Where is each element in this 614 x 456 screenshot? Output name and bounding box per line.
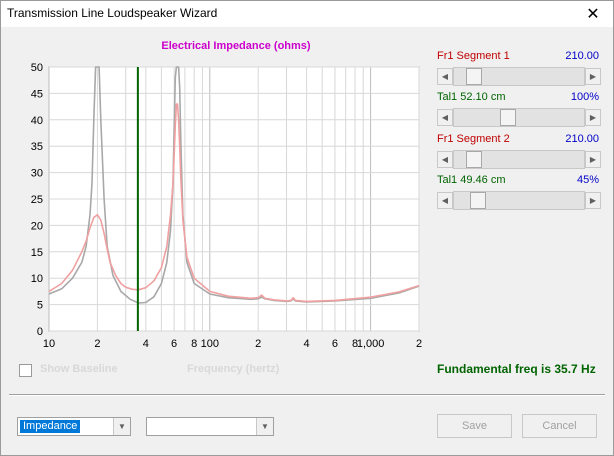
- segment1-slider-left-arrow[interactable]: ◀: [437, 68, 453, 85]
- chevron-down-icon[interactable]: ▼: [113, 418, 130, 435]
- tal1a-value: 100%: [570, 91, 599, 103]
- x-tick-label: 4: [143, 338, 149, 350]
- x-tick-label: 4: [304, 338, 310, 350]
- x-tick-label: 10: [43, 338, 55, 350]
- view-select-value: Impedance: [20, 420, 81, 433]
- wizard-window: Transmission Line Loudspeaker Wizard ✕ E…: [0, 0, 614, 456]
- y-tick-label: 10: [31, 273, 43, 285]
- segment2-slider-thumb[interactable]: [466, 151, 482, 168]
- impedance-chart: 05101520253035404550 10 2 4 6 8 100 2 4 6 81,000 2: [31, 62, 422, 350]
- tal1b-label: Tal1 49.46 cm: [437, 174, 506, 186]
- tal1b-slider-right-arrow[interactable]: ▶: [585, 192, 601, 209]
- y-tick-label: 25: [31, 194, 43, 206]
- x-tick-label: 2: [255, 338, 261, 350]
- y-tick-label: 40: [31, 115, 43, 127]
- tal1b-slider-left-arrow[interactable]: ◀: [437, 192, 453, 209]
- close-button[interactable]: ✕: [573, 1, 613, 27]
- show-baseline-checkbox[interactable]: [19, 364, 32, 377]
- view-select[interactable]: Impedance ▼: [17, 417, 131, 436]
- x-axis: 10 2 4 6 8 100 2 4 6 81,000 2: [43, 338, 422, 350]
- x-tick-label: 6: [171, 338, 177, 350]
- cancel-button[interactable]: Cancel: [522, 414, 597, 438]
- segment1-slider-right-arrow[interactable]: ▶: [585, 68, 601, 85]
- save-button[interactable]: Save: [437, 414, 512, 438]
- tal1b-row: Tal1 49.46 cm 45%: [437, 174, 599, 188]
- window-title: Transmission Line Loudspeaker Wizard: [7, 6, 218, 20]
- tal1b-slider-thumb[interactable]: [470, 192, 486, 209]
- x-tick-label: 2: [94, 338, 100, 350]
- segment2-slider-left-arrow[interactable]: ◀: [437, 151, 453, 168]
- x-tick-label: 8: [191, 338, 197, 350]
- y-tick-label: 0: [37, 326, 43, 338]
- y-tick-label: 15: [31, 247, 43, 259]
- y-tick-label: 50: [31, 62, 43, 74]
- tal1a-slider[interactable]: ◀ ▶: [437, 108, 601, 127]
- segment2-slider-right-arrow[interactable]: ▶: [585, 151, 601, 168]
- y-tick-label: 35: [31, 141, 43, 153]
- tal1b-value: 45%: [576, 174, 599, 186]
- segment2-slider[interactable]: ◀ ▶: [437, 150, 601, 169]
- x-tick-label: 2: [416, 338, 422, 350]
- y-axis: 0 5 10 15 20 25 30 35 40 45 50: [31, 62, 43, 338]
- tal1a-label: Tal1 52.10 cm: [437, 91, 506, 103]
- x-tick-label: 1,000: [357, 338, 385, 350]
- segment1-value: 210.00: [565, 50, 599, 62]
- y-tick-label: 20: [31, 220, 43, 232]
- segment1-slider-thumb[interactable]: [466, 68, 482, 85]
- segment2-row: Fr1 Segment 2 210.00: [437, 133, 599, 147]
- segment1-label: Fr1 Segment 1: [437, 50, 510, 62]
- segment2-value: 210.00: [565, 133, 599, 145]
- x-tick-label: 6: [332, 338, 338, 350]
- chevron-down-icon[interactable]: ▼: [256, 418, 273, 435]
- divider: [9, 394, 605, 396]
- y-tick-label: 5: [37, 300, 43, 312]
- tal1a-row: Tal1 52.10 cm 100%: [437, 91, 599, 105]
- x-axis-title: Frequency (hertz): [187, 363, 280, 375]
- secondary-select[interactable]: ▼: [146, 417, 274, 436]
- tal1a-slider-right-arrow[interactable]: ▶: [585, 109, 601, 126]
- graph-title: Electrical Impedance (ohms): [161, 40, 311, 52]
- tal1a-slider-left-arrow[interactable]: ◀: [437, 109, 453, 126]
- fundamental-frequency-text: Fundamental freq is 35.7 Hz: [437, 362, 596, 376]
- y-tick-label: 45: [31, 88, 43, 100]
- segment2-label: Fr1 Segment 2: [437, 133, 510, 145]
- tal1a-slider-thumb[interactable]: [500, 109, 516, 126]
- x-tick-label: 100: [201, 338, 219, 350]
- tal1b-slider[interactable]: ◀ ▶: [437, 191, 601, 210]
- segment1-row: Fr1 Segment 1 210.00: [437, 50, 599, 64]
- y-tick-label: 30: [31, 168, 43, 180]
- segment1-slider[interactable]: ◀ ▶: [437, 67, 601, 86]
- title-bar: Transmission Line Loudspeaker Wizard ✕: [1, 1, 613, 27]
- show-baseline-label: Show Baseline: [40, 363, 118, 375]
